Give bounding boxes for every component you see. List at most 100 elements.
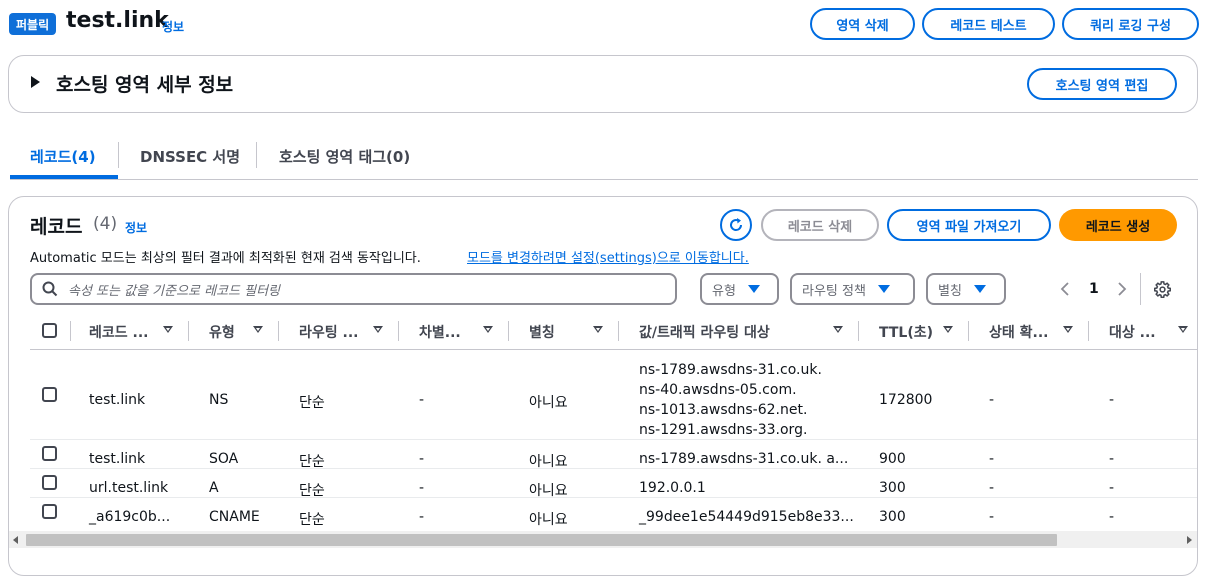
title-info-link[interactable]: 정보 bbox=[162, 18, 184, 35]
record-evaluate-target: - bbox=[1109, 451, 1115, 467]
import-zone-file-button[interactable]: 영역 파일 가져오기 bbox=[887, 209, 1051, 241]
row-divider bbox=[30, 439, 1197, 440]
record-value: _99dee1e54449d915eb8e33... bbox=[639, 509, 854, 525]
column-header-health-check[interactable]: 상태 확... bbox=[989, 322, 1048, 342]
record-differentiator: - bbox=[419, 451, 425, 467]
row-checkbox[interactable] bbox=[42, 504, 57, 519]
sort-icon[interactable] bbox=[1178, 326, 1188, 333]
records-title: 레코드 bbox=[30, 216, 83, 238]
delete-record-button[interactable]: 레코드 삭제 bbox=[761, 209, 879, 241]
column-header-alias[interactable]: 별칭 bbox=[529, 322, 555, 342]
record-health-check: - bbox=[989, 392, 995, 408]
record-ttl: 172800 bbox=[879, 392, 933, 408]
tab-records[interactable]: 레코드(4) bbox=[30, 146, 96, 167]
chevron-down-icon bbox=[877, 285, 890, 293]
scroll-right-arrow[interactable] bbox=[1187, 536, 1192, 544]
select-all-checkbox[interactable] bbox=[42, 323, 57, 338]
column-divider[interactable] bbox=[278, 321, 279, 341]
record-differentiator: - bbox=[419, 392, 425, 408]
sort-icon[interactable] bbox=[163, 326, 173, 333]
tab-dnssec[interactable]: DNSSEC 서명 bbox=[140, 146, 240, 167]
tab-tags[interactable]: 호스팅 영역 태그(0) bbox=[279, 146, 410, 167]
column-header-record-name[interactable]: 레코드 ... bbox=[89, 322, 148, 342]
type-filter[interactable]: 유형 bbox=[700, 273, 779, 305]
tab-divider bbox=[256, 142, 257, 168]
record-alias: 아니요 bbox=[529, 512, 568, 528]
row-checkbox[interactable] bbox=[42, 446, 57, 461]
record-health-check: - bbox=[989, 509, 995, 525]
chevron-left-icon[interactable] bbox=[1060, 282, 1072, 296]
column-header-value[interactable]: 값/트래픽 라우팅 대상 bbox=[639, 322, 770, 342]
refresh-button[interactable] bbox=[720, 209, 752, 241]
row-checkbox[interactable] bbox=[42, 387, 57, 402]
record-ttl: 300 bbox=[879, 509, 906, 525]
scrollbar-thumb[interactable] bbox=[26, 534, 1057, 546]
record-ttl: 300 bbox=[879, 480, 906, 496]
edit-hosted-zone-button[interactable]: 호스팅 영역 편집 bbox=[1027, 68, 1177, 100]
gear-icon[interactable] bbox=[1154, 281, 1171, 298]
row-divider bbox=[30, 468, 1197, 469]
sort-icon[interactable] bbox=[833, 326, 843, 333]
current-page[interactable]: 1 bbox=[1089, 281, 1099, 297]
sort-icon[interactable] bbox=[373, 326, 383, 333]
records-info-link[interactable]: 정보 bbox=[125, 219, 147, 236]
column-divider bbox=[70, 321, 71, 341]
column-divider[interactable] bbox=[858, 321, 859, 341]
sort-icon[interactable] bbox=[593, 326, 603, 333]
record-value: ns-1789.awsdns-31.co.uk. bbox=[639, 362, 822, 378]
column-header-routing-policy[interactable]: 라우팅 ... bbox=[299, 322, 358, 342]
record-differentiator: - bbox=[419, 509, 425, 525]
column-divider[interactable] bbox=[508, 321, 509, 341]
create-record-button[interactable]: 레코드 생성 bbox=[1059, 209, 1177, 241]
routing-policy-filter-label: 라우팅 정책 bbox=[802, 283, 866, 299]
chevron-down-icon bbox=[973, 285, 986, 293]
column-header-differentiator[interactable]: 차별... bbox=[419, 322, 461, 342]
column-divider[interactable] bbox=[968, 321, 969, 341]
record-evaluate-target: - bbox=[1109, 509, 1115, 525]
scroll-left-arrow[interactable] bbox=[13, 536, 18, 544]
public-badge: 퍼블릭 bbox=[9, 13, 57, 35]
record-type: A bbox=[209, 480, 219, 496]
row-divider bbox=[30, 497, 1197, 498]
sort-icon[interactable] bbox=[483, 326, 493, 333]
pagination-divider bbox=[1140, 273, 1141, 305]
column-header-evaluate-target[interactable]: 대상 ... bbox=[1109, 322, 1156, 342]
record-value: ns-1789.awsdns-31.co.uk. a... bbox=[639, 451, 849, 467]
sort-icon[interactable] bbox=[253, 326, 263, 333]
column-divider[interactable] bbox=[1088, 321, 1089, 341]
record-ttl: 900 bbox=[879, 451, 906, 467]
routing-policy-filter[interactable]: 라우팅 정책 bbox=[790, 273, 915, 305]
search-mode-description: Automatic 모드는 최상의 필터 결과에 최적화된 현재 검색 동작입니… bbox=[30, 251, 421, 266]
sort-icon[interactable] bbox=[943, 326, 953, 333]
record-value: ns-1013.awsdns-62.net. bbox=[639, 402, 808, 418]
test-record-button[interactable]: 레코드 테스트 bbox=[922, 8, 1055, 40]
column-header-type[interactable]: 유형 bbox=[209, 322, 235, 342]
settings-link[interactable]: 모드를 변경하려면 설정(settings)으로 이동합니다. bbox=[467, 247, 749, 266]
record-health-check: - bbox=[989, 451, 995, 467]
tabs-underline bbox=[10, 179, 1198, 180]
caret-right-icon[interactable] bbox=[31, 76, 40, 88]
search-placeholder: 속성 또는 값을 기준으로 레코드 필터링 bbox=[68, 283, 281, 299]
chevron-down-icon bbox=[747, 285, 760, 293]
column-divider[interactable] bbox=[618, 321, 619, 341]
column-header-ttl[interactable]: TTL(초) bbox=[879, 322, 933, 342]
query-logging-button[interactable]: 쿼리 로깅 구성 bbox=[1062, 8, 1199, 40]
hosted-zone-details-title[interactable]: 호스팅 영역 세부 정보 bbox=[56, 70, 233, 97]
record-name: url.test.link bbox=[89, 480, 169, 496]
search-input[interactable]: 속성 또는 값을 기준으로 레코드 필터링 bbox=[30, 273, 677, 305]
row-checkbox[interactable] bbox=[42, 475, 57, 490]
delete-zone-button[interactable]: 영역 삭제 bbox=[810, 8, 915, 40]
record-value: 192.0.0.1 bbox=[639, 480, 706, 496]
tab-divider bbox=[118, 142, 119, 168]
column-divider[interactable] bbox=[398, 321, 399, 341]
record-alias: 아니요 bbox=[529, 395, 568, 411]
record-value: ns-40.awsdns-05.com. bbox=[639, 382, 797, 398]
alias-filter[interactable]: 별칭 bbox=[926, 273, 1006, 305]
column-divider[interactable] bbox=[188, 321, 189, 341]
chevron-right-icon[interactable] bbox=[1116, 282, 1128, 296]
alias-filter-label: 별칭 bbox=[938, 283, 962, 299]
record-routing: 단순 bbox=[299, 395, 325, 411]
sort-icon[interactable] bbox=[1063, 326, 1073, 333]
page-title: test.link bbox=[66, 8, 169, 33]
refresh-icon bbox=[730, 218, 743, 231]
